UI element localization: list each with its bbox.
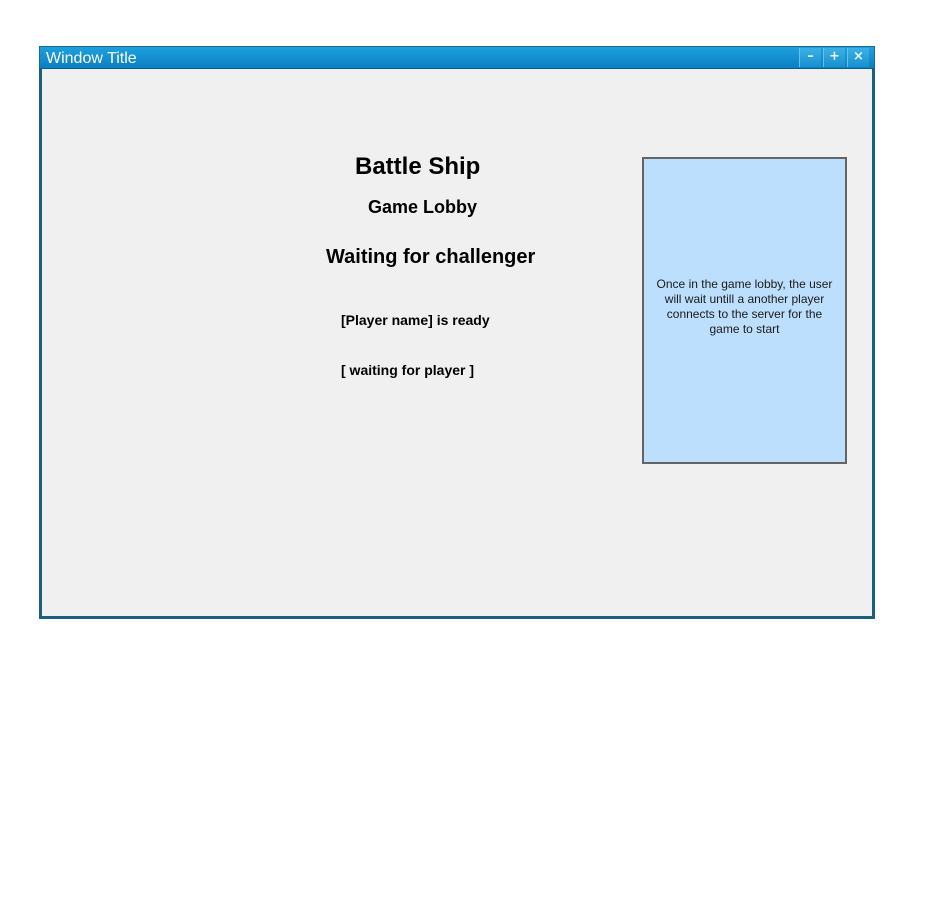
annotation-note-text: Once in the game lobby, the user will wa…	[656, 276, 833, 336]
waiting-status: Waiting for challenger	[326, 246, 536, 268]
window-titlebar[interactable]: Window Title – + ×	[39, 46, 875, 69]
window-client-area: Battle Ship Game Lobby Waiting for chall…	[42, 69, 872, 616]
player-ready-label: [Player name] is ready	[341, 312, 490, 328]
close-button[interactable]: ×	[847, 48, 869, 67]
minimize-button[interactable]: –	[799, 48, 821, 67]
maximize-button[interactable]: +	[823, 48, 845, 67]
lobby-subtitle: Game Lobby	[368, 197, 478, 217]
annotation-note: Once in the game lobby, the user will wa…	[642, 157, 847, 464]
minimize-icon: –	[807, 49, 814, 64]
close-icon: ×	[853, 49, 864, 64]
game-title: Battle Ship	[355, 153, 481, 180]
app-window: Window Title – + × Battle Ship Game Lobb…	[39, 46, 875, 619]
waiting-player-label: [ waiting for player ]	[341, 362, 475, 378]
maximize-icon: +	[829, 49, 840, 64]
window-title: Window Title	[46, 50, 137, 67]
